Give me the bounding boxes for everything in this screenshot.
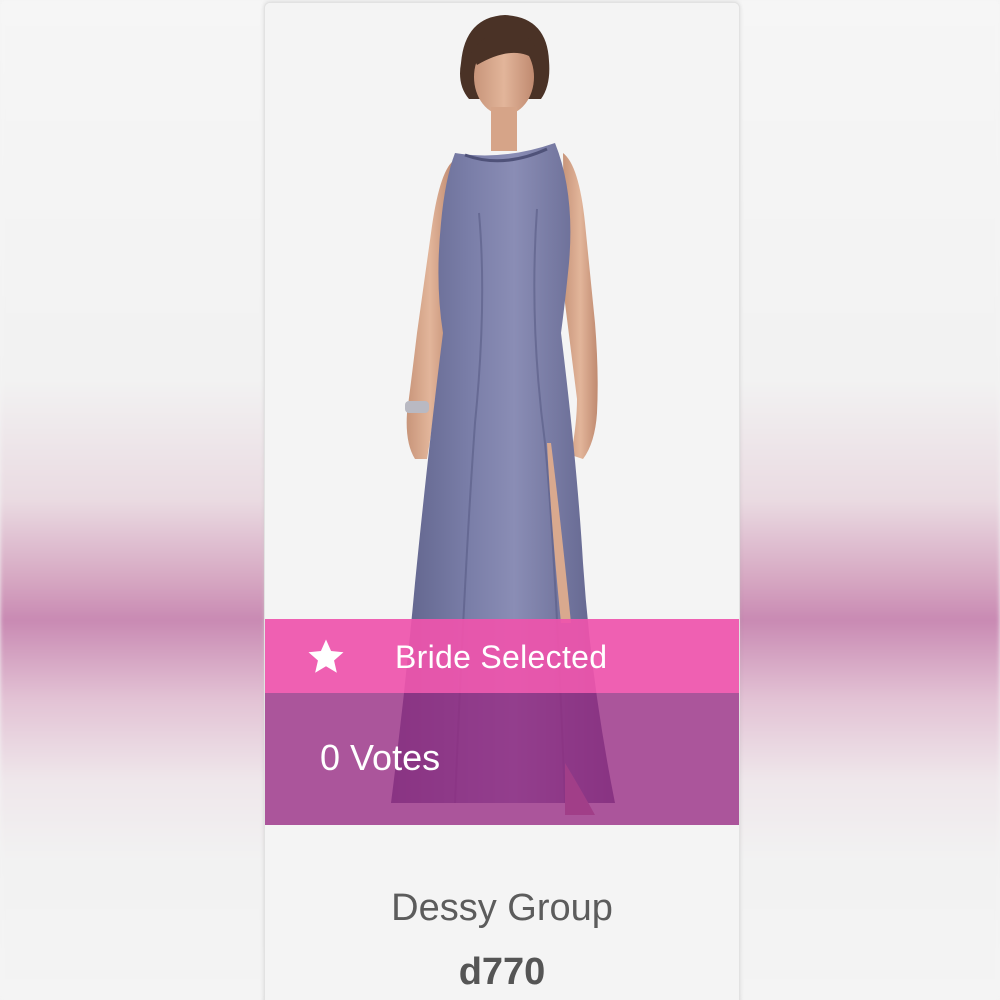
blurred-background-right <box>738 0 1000 1000</box>
bride-selected-banner: Bride Selected <box>265 619 739 693</box>
votes-banner[interactable]: 0 Votes <box>265 693 739 825</box>
star-icon <box>308 639 344 673</box>
blurred-background-left <box>0 0 265 1000</box>
votes-count: 0 Votes <box>320 737 441 778</box>
product-brand: Dessy Group <box>391 887 613 929</box>
bride-selected-label: Bride Selected <box>395 639 608 675</box>
product-sku: d770 <box>458 951 546 993</box>
product-card[interactable]: Bride Selected 0 Votes Dessy Group d770 <box>264 2 740 1000</box>
